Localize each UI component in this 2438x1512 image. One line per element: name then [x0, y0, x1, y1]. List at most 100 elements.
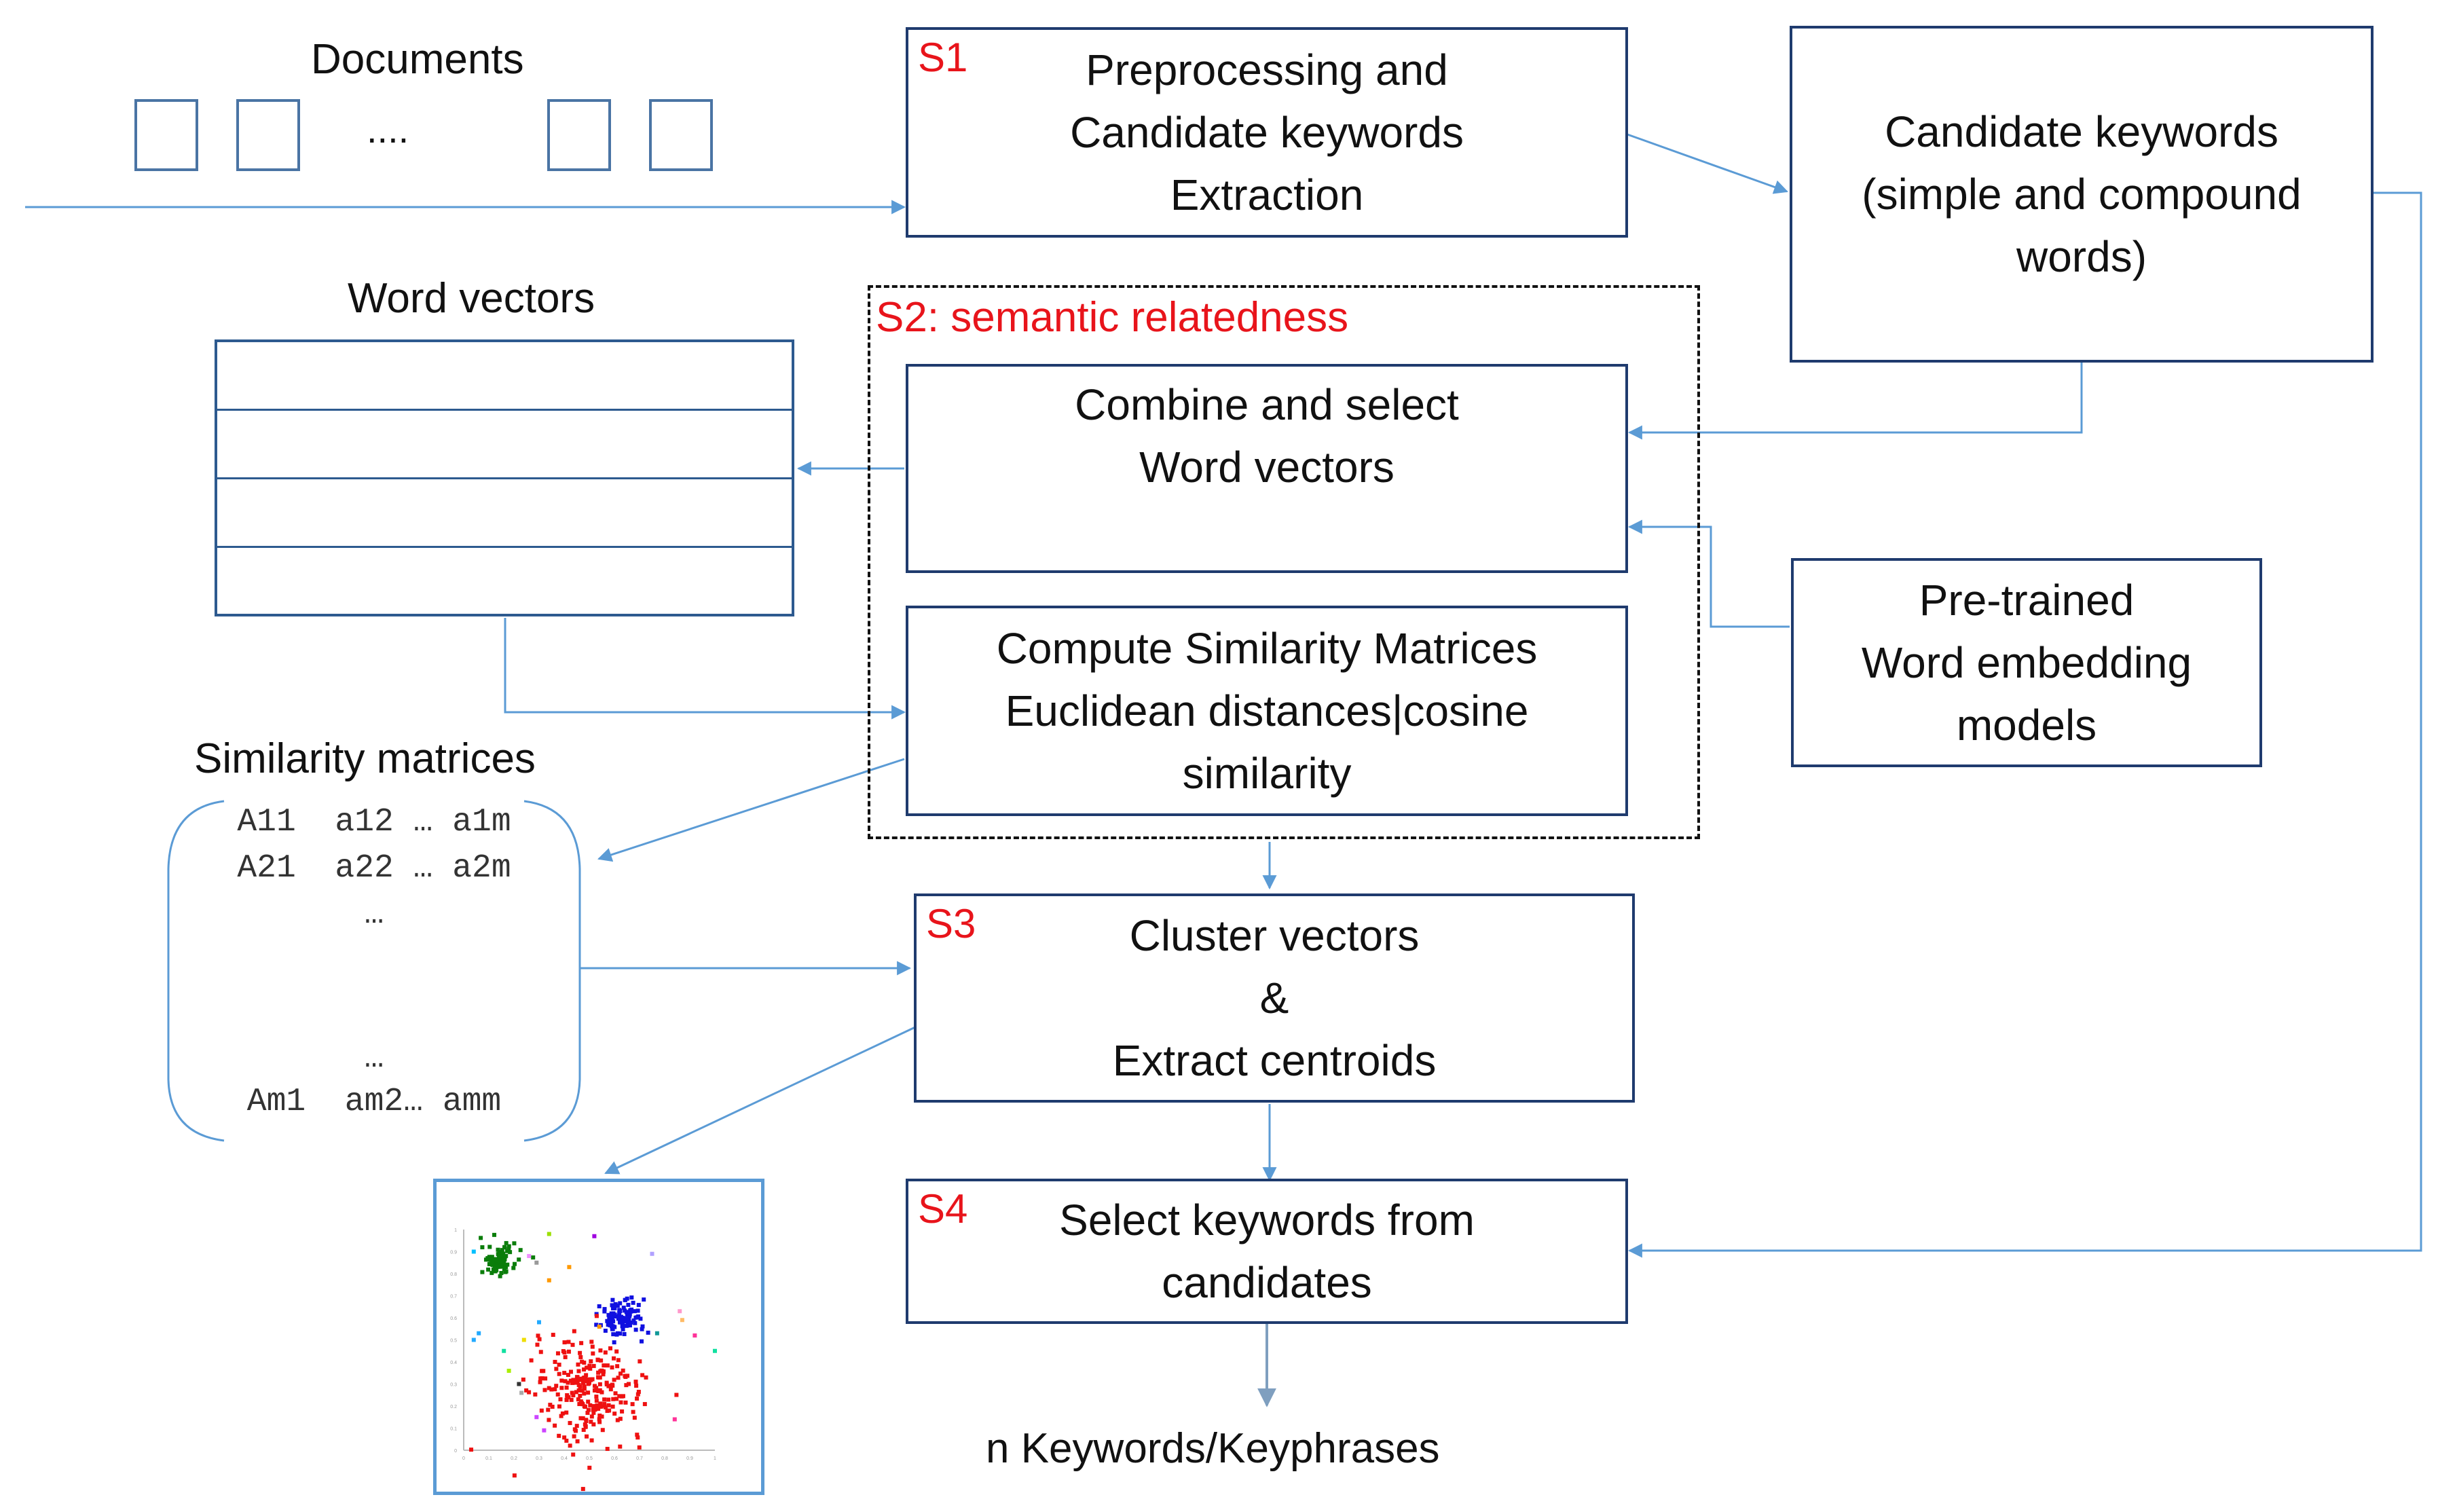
scatter-point [626, 1302, 631, 1307]
scatter-point [594, 1314, 599, 1319]
scatter-point [599, 1414, 604, 1419]
scatter-point [559, 1386, 564, 1390]
scatter-point [654, 1331, 659, 1335]
scatter-point [602, 1363, 606, 1368]
scatter-point [635, 1308, 640, 1313]
combine-select-box: Combine and select Word vectors [906, 364, 1628, 573]
y-tick-label: 1 [454, 1228, 457, 1233]
scatter-point [586, 1382, 591, 1386]
scatter-point [502, 1348, 506, 1353]
scatter-point [563, 1354, 568, 1359]
scatter-point [633, 1380, 638, 1384]
scatter-point [642, 1297, 646, 1302]
x-tick-label: 0.3 [536, 1456, 542, 1461]
scatter-point [636, 1303, 641, 1308]
scatter-point [630, 1402, 635, 1407]
document-icon [649, 99, 713, 171]
scatter-point [580, 1416, 585, 1421]
s1-line: Candidate keywords [1070, 108, 1464, 157]
scatter-point [629, 1295, 634, 1300]
scatter-point [517, 1382, 521, 1386]
scatter-point [604, 1382, 609, 1387]
scatter-point [471, 1338, 476, 1342]
scatter-point [597, 1420, 602, 1424]
compute-line: similarity [1182, 749, 1352, 798]
x-tick-label: 0.1 [485, 1456, 492, 1461]
scatter-point [576, 1382, 581, 1387]
similarity-matrices-label: Similarity matrices [194, 735, 536, 782]
scatter-point [566, 1340, 571, 1344]
scatter-point [621, 1394, 625, 1399]
scatter-point [500, 1248, 504, 1253]
scatter-point [529, 1358, 534, 1363]
scatter-point [575, 1439, 580, 1443]
scatter-point [620, 1409, 625, 1414]
scatter-point [559, 1378, 564, 1383]
scatter-point [572, 1427, 577, 1432]
scatter-point [578, 1399, 583, 1404]
scatter-point [589, 1414, 594, 1419]
scatter-point [632, 1416, 637, 1420]
scatter-point [631, 1409, 635, 1414]
scatter-point [595, 1358, 600, 1363]
scatter-point [586, 1390, 591, 1395]
scatter-point [633, 1321, 638, 1325]
scatter-point [524, 1388, 529, 1393]
scatter-point [618, 1320, 623, 1325]
scatter-point [605, 1447, 610, 1452]
scatter-point [490, 1261, 495, 1266]
arrow-s3-to-thumbnail [604, 1025, 917, 1175]
scatter-point [634, 1383, 639, 1388]
scatter-point [603, 1350, 608, 1355]
scatter-point [612, 1356, 616, 1361]
scatter-point [517, 1257, 521, 1262]
scatter-point [646, 1330, 650, 1335]
scatter-point [618, 1400, 623, 1405]
scatter-point [615, 1418, 620, 1422]
scatter-point [555, 1351, 560, 1356]
scatter-point [557, 1363, 561, 1367]
s2-title: S2: semantic relatedness [876, 294, 1349, 341]
scatter-point [508, 1250, 513, 1255]
scatter-point [605, 1363, 610, 1368]
s4-tag: S4 [918, 1186, 968, 1232]
word-vectors-label: Word vectors [348, 275, 595, 322]
scatter-point [576, 1362, 580, 1367]
scatter-point [602, 1397, 607, 1402]
scatter-point [623, 1375, 628, 1380]
scatter-point [531, 1255, 536, 1260]
scatter-point [496, 1247, 500, 1252]
scatter-point [511, 1266, 516, 1270]
scatter-point [549, 1387, 554, 1392]
scatter-point [612, 1340, 616, 1345]
scatter-point [535, 1342, 540, 1347]
compute-similarity-box: Compute Similarity Matrices Euclidean di… [906, 606, 1628, 816]
scatter-point [553, 1423, 557, 1428]
scatter-point [506, 1369, 511, 1373]
scatter-point [497, 1255, 502, 1259]
scatter-point [623, 1400, 628, 1405]
scatter-point [635, 1396, 640, 1401]
documents-label: Documents [311, 36, 524, 83]
scatter-point [571, 1378, 576, 1382]
scatter-point [621, 1306, 626, 1310]
scatter-point [519, 1390, 524, 1395]
scatter-point [591, 1410, 596, 1415]
scatter-point [610, 1365, 614, 1370]
scatter-point [566, 1373, 570, 1378]
scatter-point [640, 1373, 645, 1378]
scatter-point [623, 1297, 627, 1302]
x-tick-label: 0.5 [586, 1456, 593, 1461]
compute-line: Euclidean distances|cosine [1005, 686, 1529, 735]
scatter-point [480, 1245, 485, 1250]
scatter-point [597, 1325, 602, 1329]
y-tick-label: 0.2 [450, 1405, 457, 1409]
scatter-point [614, 1332, 619, 1337]
scatter-point [567, 1265, 572, 1270]
scatter-point [606, 1397, 611, 1402]
scatter-point [606, 1312, 611, 1317]
scatter-point [578, 1393, 583, 1398]
scatter-point [592, 1234, 597, 1238]
y-tick-label: 0.6 [450, 1316, 457, 1321]
scatter-point [587, 1465, 592, 1470]
